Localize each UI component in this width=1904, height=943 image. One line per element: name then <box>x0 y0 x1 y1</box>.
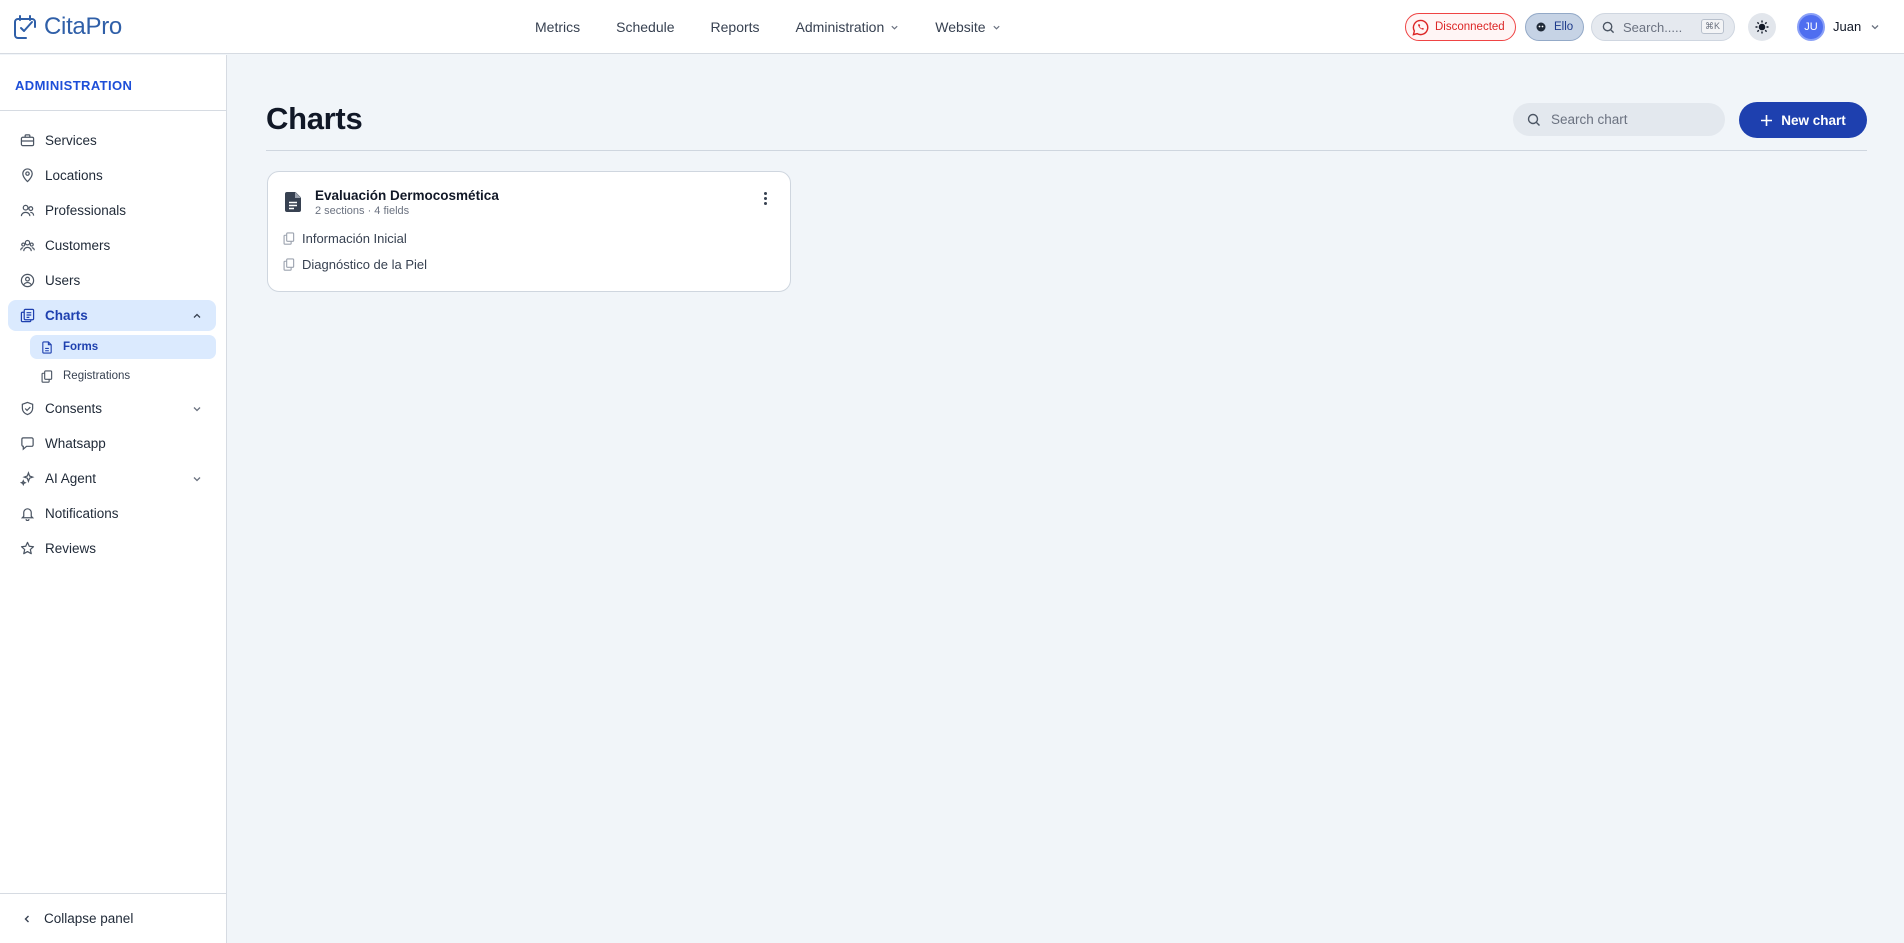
sidebar-subitem-forms[interactable]: Forms <box>30 335 216 359</box>
top-bar: CitaPro Metrics Schedule Reports Adminis… <box>0 0 1904 54</box>
sidebar-item-customers[interactable]: Customers <box>8 230 216 261</box>
chevron-left-icon <box>24 915 29 922</box>
new-chart-button[interactable]: New chart <box>1739 102 1867 138</box>
page-title: Charts <box>266 101 363 136</box>
sidebar-item-notifications[interactable]: Notifications <box>8 498 216 529</box>
chevron-down-icon <box>891 25 898 30</box>
sidebar-item-label: Whatsapp <box>45 436 106 451</box>
star-icon <box>20 541 35 555</box>
sidebar-item-label: Customers <box>45 238 111 253</box>
nav-label: Reports <box>710 19 760 35</box>
user-name[interactable]: Juan <box>1833 19 1861 34</box>
sidebar-item-label: Locations <box>45 168 103 183</box>
assistant-label: Ello <box>1554 21 1574 33</box>
chevron-down-icon[interactable] <box>1870 22 1880 32</box>
sidebar-nav: Services Locations Professionals Custome… <box>8 125 216 568</box>
nav-website[interactable]: Website <box>935 19 1000 35</box>
sidebar-item-whatsapp[interactable]: Whatsapp <box>8 428 216 459</box>
sun-icon <box>1755 20 1769 34</box>
sidebar-item-services[interactable]: Services <box>8 125 216 156</box>
chart-section-item: Diagnóstico de la Piel <box>283 257 427 272</box>
sidebar-item-consents[interactable]: Consents <box>8 393 216 424</box>
chart-section-label: Información Inicial <box>302 231 407 246</box>
customers-icon <box>20 239 35 252</box>
sidebar-subitem-label: Registrations <box>63 370 131 382</box>
nav-label: Administration <box>795 19 885 35</box>
chevron-down-icon <box>193 477 201 482</box>
chart-search <box>1513 103 1725 136</box>
more-options-icon[interactable] <box>760 192 770 210</box>
header-divider <box>266 150 1867 151</box>
sidebar-item-label: Notifications <box>45 506 119 521</box>
sidebar-item-label: Charts <box>45 308 88 323</box>
sidebar-item-charts[interactable]: Charts <box>8 300 216 331</box>
sidebar-subitem-registrations[interactable]: Registrations <box>30 364 216 388</box>
sidebar: ADMINISTRATION Services Locations Profes… <box>0 55 227 943</box>
avatar[interactable]: JU <box>1797 13 1825 41</box>
nav-metrics[interactable]: Metrics <box>535 19 580 35</box>
copy-icon <box>283 258 295 271</box>
chevron-down-icon <box>992 25 1000 30</box>
shortcut-hint: ⌘K <box>1700 19 1724 34</box>
sidebar-item-professionals[interactable]: Professionals <box>8 195 216 226</box>
new-chart-label: New chart <box>1781 112 1846 128</box>
sidebar-item-label: Users <box>45 273 81 288</box>
copy-icon <box>41 369 53 383</box>
sidebar-item-label: AI Agent <box>45 471 97 486</box>
nav-label: Schedule <box>616 19 675 35</box>
app-logo[interactable]: CitaPro <box>14 13 122 41</box>
briefcase-icon <box>20 134 35 147</box>
sidebar-subitem-label: Forms <box>63 341 99 353</box>
nav-administration[interactable]: Administration <box>796 19 900 35</box>
chart-card-meta: 2 sections · 4 fields <box>315 205 410 217</box>
map-pin-icon <box>22 168 33 183</box>
theme-toggle-button[interactable] <box>1748 13 1776 41</box>
chart-card[interactable]: Evaluación Dermocosmética 2 sections · 4… <box>267 171 791 292</box>
sidebar-item-label: Reviews <box>45 541 97 556</box>
document-icon <box>285 192 301 212</box>
search-icon <box>1527 113 1540 126</box>
chart-section-item: Información Inicial <box>283 231 407 246</box>
chart-search-input[interactable] <box>1551 112 1711 127</box>
file-icon <box>42 340 52 354</box>
copy-icon <box>283 232 295 245</box>
whatsapp-status-badge[interactable]: Disconnected <box>1405 13 1516 41</box>
status-label: Disconnected <box>1435 21 1505 33</box>
sidebar-item-ai-agent[interactable]: AI Agent <box>8 463 216 494</box>
top-nav: Metrics Schedule Reports Administration … <box>535 0 1001 54</box>
calendar-check-icon <box>14 15 36 39</box>
nav-schedule[interactable]: Schedule <box>616 19 674 35</box>
sidebar-item-locations[interactable]: Locations <box>8 160 216 191</box>
sidebar-item-label: Consents <box>45 401 103 416</box>
sidebar-item-label: Professionals <box>45 203 127 218</box>
app-name: CitaPro <box>44 13 122 40</box>
collapse-panel-button[interactable]: Collapse panel <box>0 893 226 943</box>
plus-icon <box>1761 114 1773 126</box>
bot-icon <box>1536 22 1546 32</box>
sidebar-item-reviews[interactable]: Reviews <box>8 533 216 564</box>
search-icon <box>1602 21 1615 33</box>
global-search[interactable]: Search..... ⌘K <box>1591 13 1735 41</box>
users-icon <box>20 204 35 217</box>
collapse-label: Collapse panel <box>44 911 134 926</box>
bell-icon <box>20 508 35 521</box>
sidebar-item-label: Services <box>45 133 97 148</box>
search-placeholder: Search..... <box>1623 19 1683 35</box>
user-circle-icon <box>20 273 35 288</box>
nav-reports[interactable]: Reports <box>711 19 760 35</box>
chevron-down-icon <box>193 407 201 412</box>
whatsapp-icon <box>1412 19 1429 36</box>
chat-icon <box>21 437 34 451</box>
chevron-up-icon <box>193 313 201 318</box>
sparkles-icon <box>20 471 35 486</box>
chart-section-label: Diagnóstico de la Piel <box>302 257 428 272</box>
assistant-button[interactable]: Ello <box>1525 13 1584 41</box>
sidebar-title: ADMINISTRATION <box>0 55 226 111</box>
shield-check-icon <box>21 401 34 416</box>
chart-card-title: Evaluación Dermocosmética <box>315 188 499 203</box>
charts-icon <box>20 308 35 323</box>
nav-label: Website <box>935 19 986 35</box>
nav-label: Metrics <box>535 19 581 35</box>
sidebar-item-users[interactable]: Users <box>8 265 216 296</box>
